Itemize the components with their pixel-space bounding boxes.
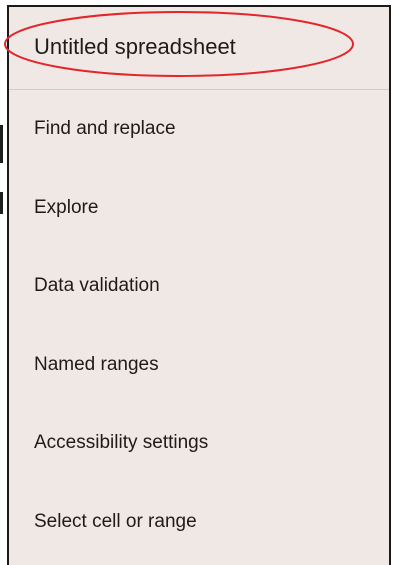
menu-item-select-cell-or-range[interactable]: Select cell or range [9, 483, 389, 562]
overflow-menu: Untitled spreadsheet Find and replace Ex… [4, 5, 391, 565]
menu-item-label: Select cell or range [34, 510, 197, 532]
menu-item-label: Find and replace [34, 118, 176, 140]
spreadsheet-title[interactable]: Untitled spreadsheet [34, 34, 236, 60]
menu-item-data-validation[interactable]: Data validation [9, 247, 389, 326]
menu-item-accessibility-settings[interactable]: Accessibility settings [9, 404, 389, 483]
menu-item-label: Data validation [34, 275, 160, 297]
menu-item-named-ranges[interactable]: Named ranges [9, 326, 389, 405]
partial-content-mark [0, 192, 3, 214]
menu-header: Untitled spreadsheet [4, 7, 389, 90]
menu-list: Find and replace Explore Data validation… [9, 90, 389, 561]
menu-item-label: Named ranges [34, 353, 159, 375]
menu-item-label: Explore [34, 196, 99, 218]
menu-item-label: Accessibility settings [34, 432, 209, 454]
menu-item-find-and-replace[interactable]: Find and replace [9, 90, 389, 169]
menu-item-explore[interactable]: Explore [9, 169, 389, 248]
background-strip [0, 0, 7, 565]
partial-content-mark [0, 125, 3, 163]
